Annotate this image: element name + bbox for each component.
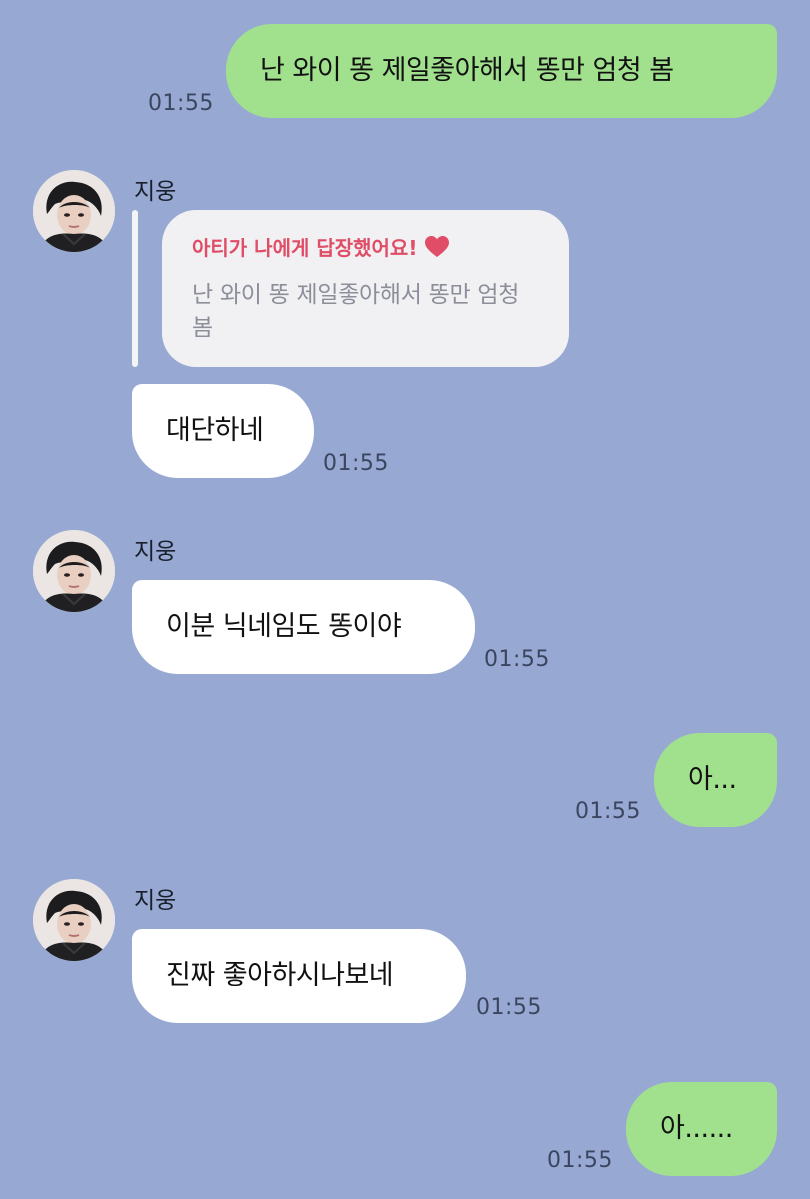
message-text: 이분 닉네임도 똥이야	[166, 611, 402, 642]
message-text: 난 와이 똥 제일좋아해서 똥만 엄청 봄	[260, 55, 674, 86]
reply-quoted-text: 난 와이 똥 제일좋아해서 똥만 엄청 봄	[192, 282, 520, 341]
sender-name: 지웅	[134, 539, 177, 565]
reply-indicator-bar	[132, 210, 138, 367]
message-text: 아......	[660, 1113, 733, 1144]
message-time: 01:55	[575, 799, 641, 824]
outgoing-message-bubble[interactable]: 아......	[626, 1082, 777, 1176]
profile-photo-icon	[33, 530, 115, 612]
sender-name: 지웅	[134, 888, 177, 914]
sender-avatar[interactable]	[33, 530, 115, 612]
profile-photo-icon	[33, 170, 115, 252]
incoming-message-bubble[interactable]: 진짜 좋아하시나보네	[132, 929, 466, 1023]
chat-view: 01:55 난 와이 똥 제일좋아해서 똥만 엄청 봄 지웅 아티가 나에게 답…	[0, 0, 810, 1199]
message-text: 아...	[688, 764, 737, 795]
message-time: 01:55	[476, 995, 542, 1020]
reply-title-row: 아티가 나에게 답장했어요!	[192, 232, 539, 261]
heart-icon	[425, 235, 450, 257]
message-time: 01:55	[323, 451, 389, 476]
incoming-message-bubble[interactable]: 대단하네	[132, 384, 314, 478]
message-text: 대단하네	[166, 415, 264, 446]
reply-title: 아티가 나에게 답장했어요!	[192, 236, 418, 260]
message-time: 01:55	[484, 647, 550, 672]
profile-photo-icon	[33, 879, 115, 961]
message-text: 진짜 좋아하시나보네	[166, 960, 394, 991]
sender-name: 지웅	[134, 179, 177, 205]
message-time: 01:55	[148, 91, 214, 116]
message-time: 01:55	[547, 1148, 613, 1173]
outgoing-message-bubble[interactable]: 난 와이 똥 제일좋아해서 똥만 엄청 봄	[226, 24, 777, 118]
sender-avatar[interactable]	[33, 170, 115, 252]
outgoing-message-bubble[interactable]: 아...	[654, 733, 777, 827]
incoming-message-bubble[interactable]: 이분 닉네임도 똥이야	[132, 580, 475, 674]
sender-avatar[interactable]	[33, 879, 115, 961]
reply-card[interactable]: 아티가 나에게 답장했어요! 난 와이 똥 제일좋아해서 똥만 엄청 봄	[162, 210, 569, 367]
